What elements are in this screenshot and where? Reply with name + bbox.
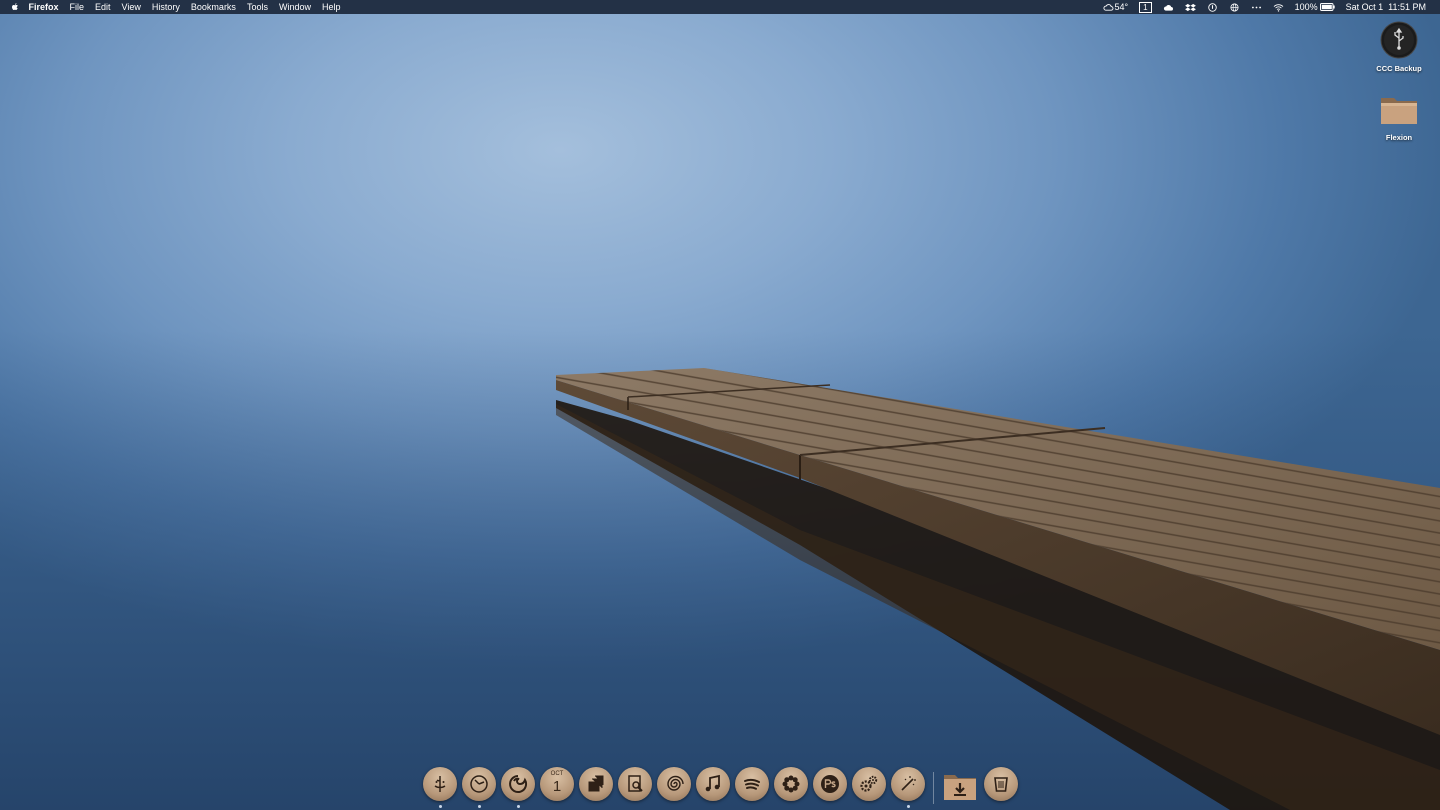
- dock-music[interactable]: [696, 767, 730, 801]
- flower-icon: [782, 775, 800, 793]
- menu-edit[interactable]: Edit: [90, 0, 117, 14]
- app-menu-firefox[interactable]: Firefox: [23, 0, 64, 14]
- desktop-number: 1: [1139, 1, 1152, 13]
- calendar-day: 1: [552, 778, 562, 795]
- gears-icon: [860, 775, 878, 792]
- dock-firefox[interactable]: [501, 767, 535, 801]
- more-dots-icon: [1251, 6, 1261, 9]
- folder-icon: [1381, 98, 1417, 124]
- menu-tools[interactable]: Tools: [241, 0, 273, 14]
- menu-view[interactable]: View: [116, 0, 146, 14]
- globe-icon: [1230, 3, 1239, 12]
- clock-icon: [470, 775, 488, 793]
- wifi-icon: [1273, 4, 1283, 12]
- menu-bar: Firefox File Edit View History Bookmarks…: [0, 0, 1440, 14]
- desktop-indicator[interactable]: 1: [1134, 1, 1157, 13]
- dock-clock[interactable]: [462, 767, 496, 801]
- menu-file[interactable]: File: [64, 0, 90, 14]
- desktop-icon-label: CCC Backup: [1376, 64, 1422, 73]
- wallpaper-pier: [556, 368, 1440, 810]
- photoshop-icon: [821, 775, 839, 793]
- dock-spotify[interactable]: [735, 767, 769, 801]
- calendar-month: OCT: [550, 771, 564, 777]
- firefox-icon: [509, 775, 528, 793]
- battery-status[interactable]: 100%: [1289, 0, 1340, 14]
- stack-icon: [588, 775, 604, 792]
- running-indicator: [439, 805, 442, 808]
- downloads-icon: [944, 775, 976, 800]
- dock-trash[interactable]: [984, 767, 1018, 801]
- dock-stacks[interactable]: [579, 767, 613, 801]
- running-indicator: [907, 805, 910, 808]
- dropbox-status[interactable]: [1179, 0, 1201, 14]
- usb-drive-icon: [1380, 21, 1418, 59]
- spotify-icon: [744, 778, 760, 790]
- info-status[interactable]: [1201, 0, 1223, 14]
- clock[interactable]: Sat Oct 1 11:51 PM: [1340, 0, 1440, 14]
- weather-cloud-icon: [1102, 4, 1113, 11]
- backup-status[interactable]: [1157, 0, 1179, 14]
- dock-shell[interactable]: [657, 767, 691, 801]
- desktop-icon-flexion[interactable]: Flexion: [1369, 92, 1429, 142]
- running-indicator: [517, 805, 520, 808]
- wifi-status[interactable]: [1267, 0, 1289, 14]
- magic-wand-icon: [901, 776, 916, 791]
- menu-bookmarks[interactable]: Bookmarks: [185, 0, 241, 14]
- battery-icon: [1319, 3, 1335, 11]
- dock-downloads[interactable]: [943, 771, 977, 801]
- apple-menu-icon[interactable]: [10, 2, 20, 12]
- dropbox-icon: [1184, 4, 1196, 12]
- desktop-icon-label: Flexion: [1385, 133, 1413, 142]
- shell-icon: [667, 775, 684, 791]
- music-icon: [705, 774, 720, 792]
- weather-status[interactable]: 54°: [1097, 0, 1134, 14]
- dock: OCT 1: [415, 762, 1026, 810]
- network-status[interactable]: [1223, 0, 1245, 14]
- preview-icon: [628, 775, 643, 792]
- cloud-upload-icon: [1163, 5, 1173, 11]
- dock-preview[interactable]: [618, 767, 652, 801]
- menu-history[interactable]: History: [146, 0, 185, 14]
- weather-temp: 54°: [1114, 2, 1129, 12]
- battery-percent: 100%: [1294, 2, 1318, 12]
- desktop-icon-ccc-backup[interactable]: CCC Backup: [1369, 21, 1429, 73]
- trash-icon: [994, 777, 1008, 792]
- dock-photoshop[interactable]: [813, 767, 847, 801]
- dock-calendar[interactable]: OCT 1: [540, 767, 574, 801]
- dock-separator: [933, 772, 934, 804]
- more-status[interactable]: [1245, 0, 1267, 14]
- info-circle-icon: [1207, 3, 1217, 12]
- dock-flower-app[interactable]: [774, 767, 808, 801]
- menu-help[interactable]: Help: [316, 0, 346, 14]
- dock-finder[interactable]: [423, 767, 457, 801]
- dock-magic-wand[interactable]: [891, 767, 925, 801]
- dock-gears[interactable]: [852, 767, 886, 801]
- running-indicator: [478, 805, 481, 808]
- menu-window[interactable]: Window: [273, 0, 316, 14]
- finder-icon: [434, 776, 446, 792]
